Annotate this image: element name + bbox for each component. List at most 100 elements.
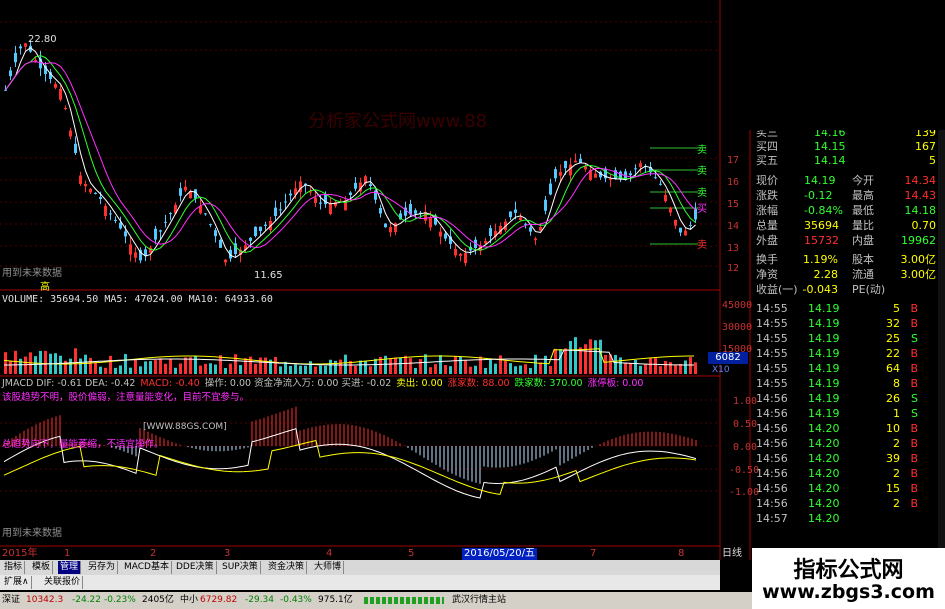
candle-body [679, 227, 682, 233]
index1-change: -24.22 [72, 595, 102, 605]
volume-bar [664, 360, 667, 374]
volume-bar [239, 365, 242, 374]
brand-line1: 指标公式网 [793, 558, 904, 583]
ext-tab-1[interactable]: 关联报价 [42, 576, 84, 589]
stat2-value-2: 3.00亿 [900, 268, 937, 281]
stat2-label-2: 流通 [852, 268, 874, 281]
volume-bar [194, 355, 197, 374]
candle-body [389, 227, 392, 233]
volume-bar [279, 366, 282, 374]
candle-body [154, 228, 157, 240]
tick-time: 14:56 [756, 407, 788, 420]
chart-watermark: 分析家公式网www.88 [308, 111, 488, 132]
candle-body [114, 219, 117, 221]
candle-body [134, 252, 137, 258]
candle-body [109, 213, 112, 215]
volume-bar [94, 362, 97, 374]
volume-bar [654, 357, 657, 374]
activity-meter [364, 597, 444, 604]
volume-bar [104, 367, 107, 374]
stat-value-2: 19962 [901, 234, 936, 247]
tick-direction: B [910, 467, 918, 480]
volume-bar [304, 365, 307, 374]
order-volume: 167 [915, 140, 936, 153]
macd-histogram [3, 406, 697, 499]
index2-value: 6729.82 [200, 595, 238, 605]
server-info[interactable]: 武汉行情主站 [452, 592, 506, 609]
candle-body [369, 184, 372, 186]
candle-body [669, 207, 672, 213]
tab-8[interactable]: 大师博 [312, 561, 345, 574]
stat-label-2: 最低 [852, 204, 874, 217]
time-axis-5: 5 [408, 548, 415, 559]
tick-price: 14.20 [808, 452, 840, 465]
volume-bar [459, 356, 462, 374]
tick-direction: S [911, 332, 918, 345]
stat-label-2: 今开 [852, 174, 874, 187]
candle-body [259, 226, 262, 231]
tick-direction: B [910, 452, 918, 465]
tab-7[interactable]: 资金决策 [266, 561, 308, 574]
order-book-row: 买五 14.14 5 [752, 154, 938, 168]
stat-label: 涨幅 [756, 204, 778, 217]
stat2-label: 收益(一) [756, 283, 798, 296]
volume-bar [309, 361, 312, 374]
volume-bar [519, 365, 522, 374]
tab-1[interactable]: 模板 [30, 561, 54, 574]
volume-bar [154, 360, 157, 374]
candle-body [659, 183, 662, 185]
tab-2[interactable]: 管理 [58, 561, 82, 574]
tab-6[interactable]: SUP决策 [220, 561, 261, 574]
tick-row: 14:55 14.19 64 B [752, 362, 938, 376]
order-book-row: 买四 14.15 167 [752, 140, 938, 154]
price-tick-13: 13 [727, 243, 740, 254]
candle-body [629, 173, 632, 176]
volume-bar [179, 363, 182, 374]
index2-amount: 975.1亿 [318, 595, 353, 605]
volume-bar [299, 365, 302, 374]
right-scrollbar[interactable] [938, 130, 945, 550]
candle-body [654, 177, 657, 179]
order-level-label: 买四 [756, 140, 778, 153]
quote-stat2-row: 换手 1.19% 股本 3.00亿 [752, 253, 938, 267]
volume-bar [244, 358, 247, 374]
volume-bar [144, 361, 147, 374]
volume-bar [509, 363, 512, 374]
volume-bar [129, 367, 132, 374]
candle-body [184, 186, 187, 191]
tab-0[interactable]: 指标 [2, 561, 26, 574]
tick-direction: B [910, 302, 918, 315]
tab-5[interactable]: DDE决策 [174, 561, 217, 574]
volume-bar [554, 348, 557, 374]
tick-direction: S [911, 392, 918, 405]
tick-volume: 10 [886, 422, 900, 435]
volume-bar [209, 363, 212, 374]
time-axis-period[interactable]: 日线 [722, 548, 742, 560]
tick-time: 14:56 [756, 482, 788, 495]
volume-bar [44, 350, 47, 374]
volume-bar [149, 361, 152, 374]
candle-body [64, 108, 67, 110]
volume-bar [604, 354, 607, 374]
tab-3[interactable]: 另存为 [86, 561, 119, 574]
candle-body [584, 166, 587, 170]
tick-time: 14:56 [756, 392, 788, 405]
stat-value: 15732 [804, 234, 839, 247]
macd-header-part: 涨停板: 0.00 [587, 378, 644, 389]
candle-body [414, 210, 417, 214]
tick-price: 14.20 [808, 467, 840, 480]
volume-bar [434, 364, 437, 374]
candle-body [609, 178, 612, 180]
tick-time: 14:57 [756, 512, 788, 525]
ext-tab-0[interactable]: 扩展∧ [2, 576, 32, 589]
time-axis-4: 4 [326, 548, 333, 559]
stat-label-2: 最高 [852, 189, 874, 202]
volume-bar [259, 357, 262, 374]
tick-row: 14:55 14.19 5 B [752, 302, 938, 316]
volume-bar [74, 348, 77, 374]
tick-volume: 26 [886, 392, 900, 405]
tab-4[interactable]: MACD基本 [122, 561, 172, 574]
volume-bar [324, 365, 327, 374]
volume-bar [444, 365, 447, 374]
volume-bar [674, 365, 677, 374]
